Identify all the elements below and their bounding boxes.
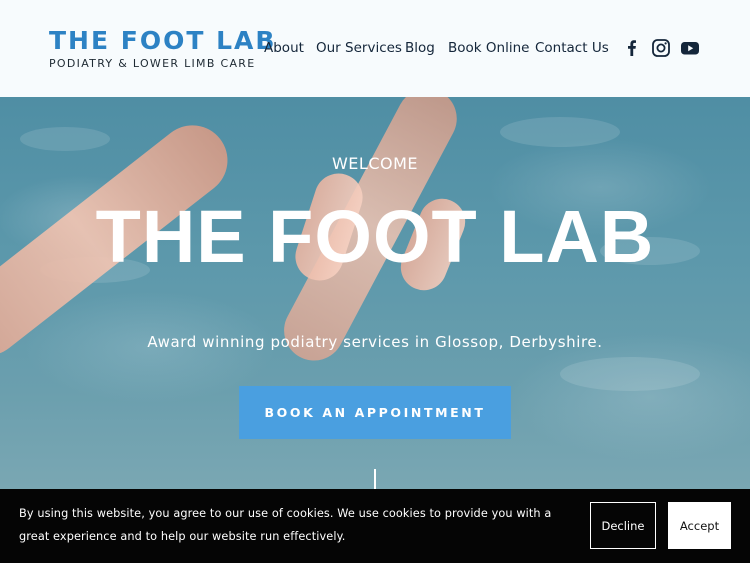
nav-link-blog[interactable]: Blog: [405, 39, 435, 57]
nav-link-book-online[interactable]: Book Online: [448, 39, 529, 57]
site-logo[interactable]: THE FOOT LAB PODIATRY & LOWER LIMB CARE: [49, 28, 276, 71]
water-ripple: [20, 127, 110, 151]
cookie-banner: By using this website, you agree to our …: [0, 489, 750, 563]
hero-welcome: WELCOME: [331, 154, 419, 173]
water-ripple: [500, 117, 620, 147]
hero-tagline: Award winning podiatry services in Gloss…: [147, 333, 603, 351]
cookie-message: By using this website, you agree to our …: [19, 507, 552, 543]
nav-link-our-services[interactable]: Our Services: [316, 39, 402, 57]
site-header: THE FOOT LAB PODIATRY & LOWER LIMB CARE …: [0, 0, 750, 97]
youtube-icon[interactable]: [680, 38, 700, 58]
facebook-icon[interactable]: [622, 38, 642, 58]
accept-button[interactable]: Accept: [668, 502, 731, 549]
scroll-indicator[interactable]: [374, 469, 376, 489]
decline-button[interactable]: Decline: [590, 502, 656, 549]
nav-link-about[interactable]: About: [264, 39, 304, 57]
water-ripple: [560, 357, 700, 391]
instagram-icon[interactable]: [651, 38, 671, 58]
book-appointment-button[interactable]: BOOK AN APPOINTMENT: [239, 386, 511, 439]
logo-subtitle: PODIATRY & LOWER LIMB CARE: [49, 57, 256, 70]
hero-title: THE FOOT LAB: [95, 195, 655, 278]
logo-title: THE FOOT LAB: [49, 26, 277, 55]
hero-section: WELCOME THE FOOT LAB Award winning podia…: [0, 97, 750, 489]
nav-link-contact-us[interactable]: Contact Us: [535, 39, 609, 57]
